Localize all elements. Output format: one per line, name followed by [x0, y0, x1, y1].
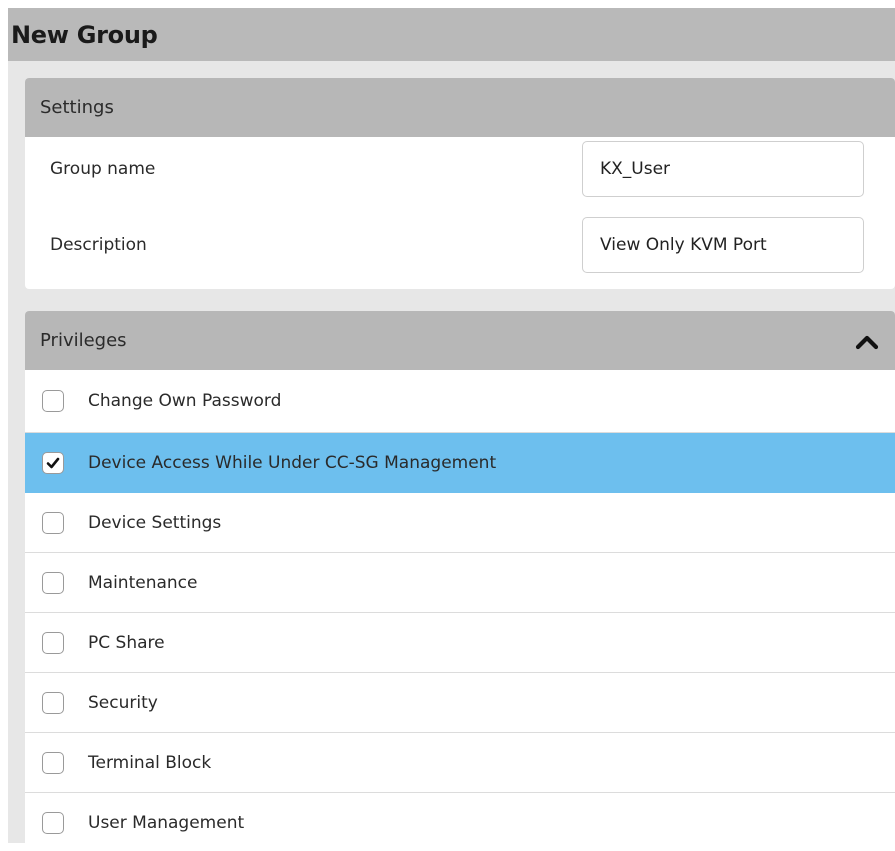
privilege-item-change-own-password[interactable]: Change Own Password — [25, 370, 895, 433]
checkbox[interactable] — [42, 631, 64, 654]
checkbox[interactable] — [42, 511, 64, 534]
privilege-item-device-settings[interactable]: Device Settings — [25, 493, 895, 553]
checkmark-icon — [46, 457, 60, 468]
privilege-item-maintenance[interactable]: Maintenance — [25, 553, 895, 613]
privilege-label: Device Access While Under CC-SG Manageme… — [88, 452, 497, 473]
privilege-item-terminal-block[interactable]: Terminal Block — [25, 733, 895, 793]
checkbox[interactable] — [42, 571, 64, 594]
privilege-item-pc-share[interactable]: PC Share — [25, 613, 895, 673]
checkbox[interactable] — [42, 811, 64, 834]
checkbox[interactable] — [42, 691, 64, 714]
page-title: New Group — [11, 20, 158, 49]
settings-panel-title: Settings — [40, 97, 114, 118]
checkbox[interactable] — [42, 751, 64, 774]
group-name-row: Group name — [25, 137, 895, 201]
description-input[interactable] — [582, 217, 864, 273]
page-header: New Group — [8, 8, 895, 61]
privileges-panel-title: Privileges — [40, 330, 127, 351]
privilege-item-user-management[interactable]: User Management — [25, 793, 895, 851]
group-name-label: Group name — [50, 159, 156, 179]
description-row: Description — [25, 213, 895, 277]
group-name-input[interactable] — [582, 141, 864, 197]
privilege-label: Change Own Password — [88, 391, 282, 411]
description-label: Description — [50, 235, 147, 255]
settings-panel: Settings Group name Description — [25, 78, 895, 289]
privilege-item-security[interactable]: Security — [25, 673, 895, 733]
privileges-panel: Privileges Change Own Password Device Ac… — [25, 311, 895, 851]
privilege-label: Maintenance — [88, 572, 198, 593]
privilege-label: Device Settings — [88, 512, 222, 533]
privileges-list: Change Own Password Device Access While … — [25, 370, 895, 851]
privilege-label: PC Share — [88, 632, 165, 653]
privilege-label: User Management — [88, 812, 245, 833]
privilege-label: Security — [88, 692, 158, 713]
privilege-item-device-access-while-under-cc-sg-management[interactable]: Device Access While Under CC-SG Manageme… — [25, 433, 895, 493]
checkbox[interactable] — [42, 390, 64, 412]
privileges-panel-header[interactable]: Privileges — [25, 311, 895, 370]
checkbox-checked[interactable] — [42, 451, 64, 474]
settings-panel-header: Settings — [25, 78, 895, 137]
chevron-up-icon[interactable] — [855, 329, 879, 353]
new-group-page: New Group Settings Group name Descriptio… — [8, 8, 895, 851]
privilege-label: Terminal Block — [88, 752, 212, 773]
